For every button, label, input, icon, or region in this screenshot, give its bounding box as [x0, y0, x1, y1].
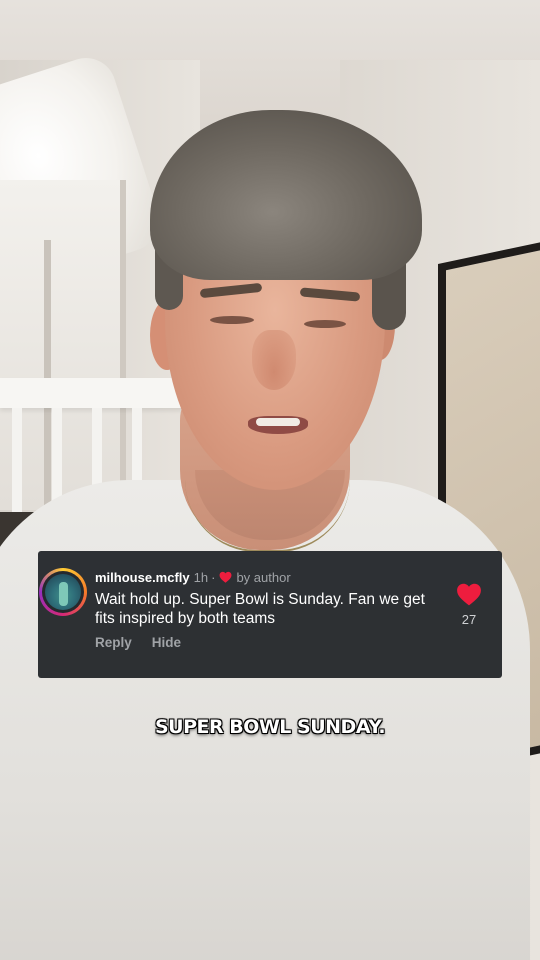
- commenter-avatar[interactable]: [39, 568, 87, 616]
- heart-icon: [219, 571, 232, 583]
- comment-body: Wait hold up. Super Bowl is Sunday. Fan …: [95, 591, 425, 627]
- liked-by-author-label: by author: [236, 569, 291, 585]
- video-background: [0, 0, 540, 960]
- comment-actions: Reply Hide: [95, 635, 181, 650]
- avatar-photo: [45, 574, 81, 610]
- eye-right: [304, 320, 346, 328]
- comment-header: milhouse.mcfly 1h · by author: [95, 569, 291, 585]
- eye-left: [210, 316, 254, 324]
- teeth: [256, 418, 300, 426]
- heart-icon[interactable]: [456, 582, 482, 606]
- header-separator: ·: [211, 569, 216, 585]
- avatar-figure: [59, 582, 68, 606]
- video-caption: SUPER BOWL SUNDAY.: [154, 716, 386, 738]
- comment-username[interactable]: milhouse.mcfly: [95, 570, 190, 585]
- reply-button[interactable]: Reply: [95, 635, 132, 650]
- nose: [252, 330, 296, 390]
- baluster: [12, 408, 22, 518]
- hide-button[interactable]: Hide: [152, 635, 181, 650]
- avatar-ring-inner: [42, 571, 84, 613]
- comment-time: 1h: [193, 569, 209, 585]
- like-count: 27: [461, 612, 477, 627]
